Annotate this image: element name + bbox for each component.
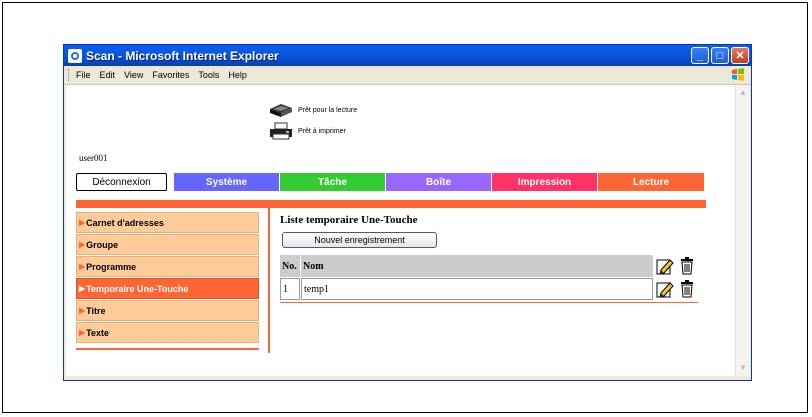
sidebar-item-programme[interactable]: ▶ Programme [76,256,259,277]
tab-lecture[interactable]: Lecture [597,173,704,191]
cell-name: temp1 [301,278,653,300]
triangle-right-icon: ▶ [79,218,86,227]
header-no: No. [280,255,300,277]
cell-no: 1 [280,278,300,300]
status-print-row: Prêt à imprimer [268,122,346,140]
triangle-right-icon: ▶ [79,328,86,337]
table-bottom-rule [280,302,698,303]
tab-tache[interactable]: Tâche [279,173,385,191]
title-bar[interactable]: Scan - Microsoft Internet Explorer _ □ ✕ [64,45,751,66]
sidebar-item-groupe[interactable]: ▶ Groupe [76,234,259,255]
sidebar-item-label: Carnet d'adresses [86,217,164,228]
sidebar-item-temporaire-une-touche[interactable]: ▶ Temporaire Une-Touche [76,278,259,299]
header-nom: Nom [301,255,653,277]
sidebar-item-label: Programme [86,261,137,272]
new-record-button[interactable]: Nouvel enregistrement [282,232,437,248]
sidebar-item-titre[interactable]: ▶ Titre [76,300,259,321]
close-button[interactable]: ✕ [731,47,749,64]
menu-view[interactable]: View [124,70,143,80]
maximize-button[interactable]: □ [711,47,729,64]
triangle-right-icon: ▶ [79,284,86,293]
triangle-right-icon: ▶ [79,240,86,249]
page-title: Liste temporaire Une-Touche [280,214,418,226]
sidebar-item-label: Groupe [86,239,119,250]
triangle-right-icon: ▶ [79,306,86,315]
accent-bar [76,200,706,208]
edit-pencil-icon[interactable] [656,257,674,275]
sidebar-item-label: Temporaire Une-Touche [86,283,189,294]
edit-pencil-icon[interactable] [656,280,674,298]
menu-file[interactable]: File [76,70,91,80]
sidebar-divider [268,208,270,353]
browser-window: Scan - Microsoft Internet Explorer _ □ ✕… [63,44,752,381]
status-read-row: Prêt pour la lecture [268,101,357,119]
header-actions [654,255,698,277]
records-table: No. Nom 1 temp1 [280,255,698,301]
scroll-up-icon[interactable]: ▲ [737,87,749,99]
sidebar-underline [76,348,259,350]
ie-icon [68,48,82,63]
menu-favorites[interactable]: Favorites [152,70,189,80]
scroll-down-icon[interactable]: ▼ [737,362,749,374]
window-title: Scan - Microsoft Internet Explorer [86,48,279,63]
page-content: Prêt pour la lecture Prêt à imprimer use… [66,85,735,376]
toolbar-grip[interactable] [68,69,72,81]
sidebar-item-label: Texte [86,327,109,338]
minimize-button[interactable]: _ [691,47,709,64]
menu-bar: File Edit View Favorites Tools Help [64,66,751,85]
table-header-row: No. Nom [280,255,698,277]
sidebar-item-carnet-adresses[interactable]: ▶ Carnet d'adresses [76,212,259,233]
sidebar-item-texte[interactable]: ▶ Texte [76,322,259,343]
menu-edit[interactable]: Edit [100,70,116,80]
tab-impression[interactable]: Impression [491,173,597,191]
printer-icon [270,122,292,140]
scanner-icon [270,104,292,117]
trash-icon[interactable] [678,280,696,298]
logout-button[interactable]: Déconnexion [76,173,167,191]
sidebar: ▶ Carnet d'adresses ▶ Groupe ▶ Programme… [76,212,259,347]
sidebar-item-label: Titre [86,305,106,316]
tab-systeme[interactable]: Système [173,173,279,191]
menu-tools[interactable]: Tools [198,70,219,80]
triangle-right-icon: ▶ [79,262,86,271]
vertical-scrollbar[interactable]: ▲ ▼ [735,85,750,376]
status-ready-print: Prêt à imprimer [298,127,346,135]
status-ready-read: Prêt pour la lecture [298,106,358,114]
trash-icon[interactable] [678,257,696,275]
tab-boite[interactable]: Boîte [385,173,491,191]
user-name: user001 [79,153,108,163]
table-row[interactable]: 1 temp1 [280,278,698,300]
menu-help[interactable]: Help [228,70,247,80]
main-tabs: Déconnexion Système Tâche Boîte Impressi… [76,173,704,191]
windows-logo-icon [732,68,744,81]
row-actions [654,278,698,300]
